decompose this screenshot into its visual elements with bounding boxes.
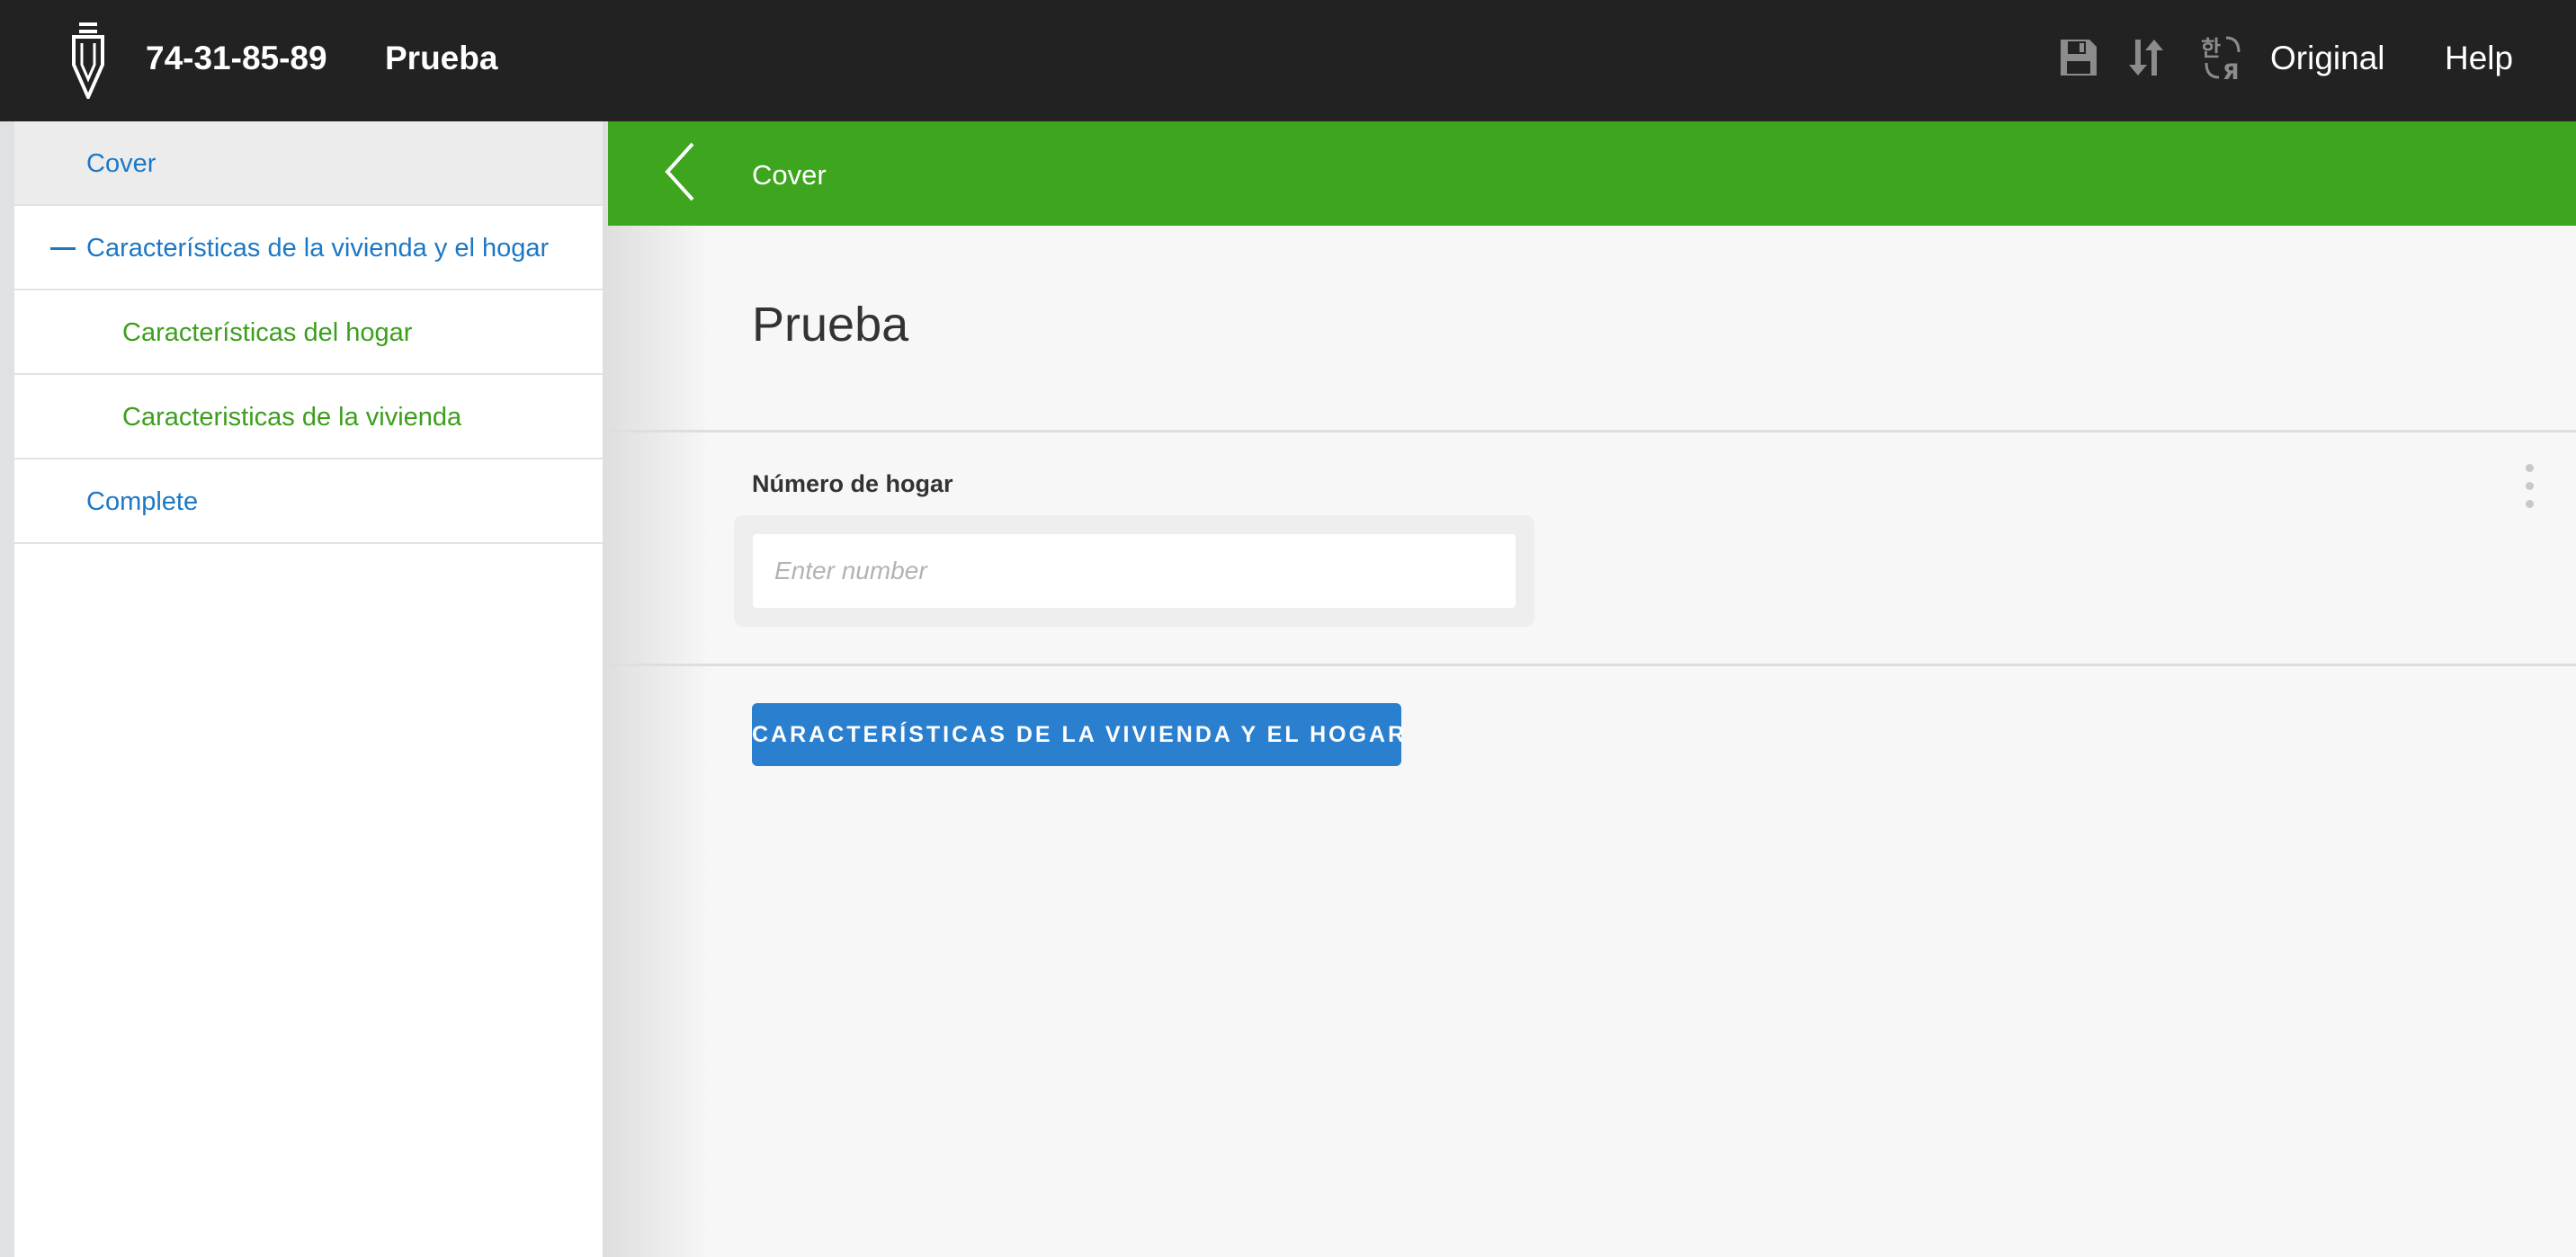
divider bbox=[608, 664, 2576, 666]
sidebar-item-complete[interactable]: Complete bbox=[14, 459, 603, 544]
top-header: 74-31-85-89 Prueba 한 Я Original Help bbox=[0, 0, 2576, 121]
sort-icon[interactable] bbox=[2123, 32, 2169, 83]
language-switch[interactable]: Original bbox=[2270, 38, 2385, 79]
sidebar-shadow bbox=[603, 121, 711, 1257]
sidebar-item-label: Complete bbox=[86, 487, 199, 516]
chevron-left-icon[interactable] bbox=[662, 140, 698, 203]
sidebar: Cover Características de la vivienda y e… bbox=[14, 121, 603, 1257]
save-icon[interactable] bbox=[2055, 32, 2102, 83]
question-label: Número de hogar bbox=[752, 470, 953, 497]
household-number-input[interactable] bbox=[753, 534, 1516, 608]
questionnaire-title: Prueba bbox=[385, 40, 498, 76]
sidebar-item-caracteristicas-vivienda-hogar[interactable]: Características de la vivienda y el hoga… bbox=[14, 206, 603, 290]
sidebar-item-caracteristicas-hogar[interactable]: Características del hogar bbox=[14, 290, 603, 375]
collapse-icon[interactable] bbox=[50, 247, 76, 250]
translate-icon[interactable]: 한 Я bbox=[2199, 32, 2246, 83]
page-title: Prueba bbox=[752, 298, 909, 352]
sidebar-item-label: Cover bbox=[86, 149, 157, 178]
svg-text:Я: Я bbox=[2223, 59, 2239, 83]
sidebar-item-label: Caracteristicas de la vivienda bbox=[122, 403, 462, 432]
next-section-button[interactable]: CARACTERÍSTICAS DE LA VIVIENDA Y EL HOGA… bbox=[752, 703, 1404, 766]
help-link[interactable]: Help bbox=[2445, 38, 2513, 79]
more-options-icon[interactable] bbox=[2518, 464, 2540, 509]
interview-id: 74-31-85-89 bbox=[146, 40, 327, 76]
svg-text:한: 한 bbox=[2201, 36, 2221, 61]
sidebar-item-label: Características de la vivienda y el hoga… bbox=[86, 234, 550, 263]
sidebar-item-cover[interactable]: Cover bbox=[14, 121, 603, 206]
section-title: Cover bbox=[752, 159, 827, 191]
divider bbox=[608, 430, 2576, 432]
section-bar bbox=[608, 121, 2576, 226]
sidebar-edge bbox=[0, 121, 14, 1257]
sidebar-item-label: Características del hogar bbox=[122, 318, 413, 347]
sidebar-item-caracteristicas-vivienda[interactable]: Caracteristicas de la vivienda bbox=[14, 375, 603, 459]
logo-icon[interactable] bbox=[70, 22, 106, 99]
